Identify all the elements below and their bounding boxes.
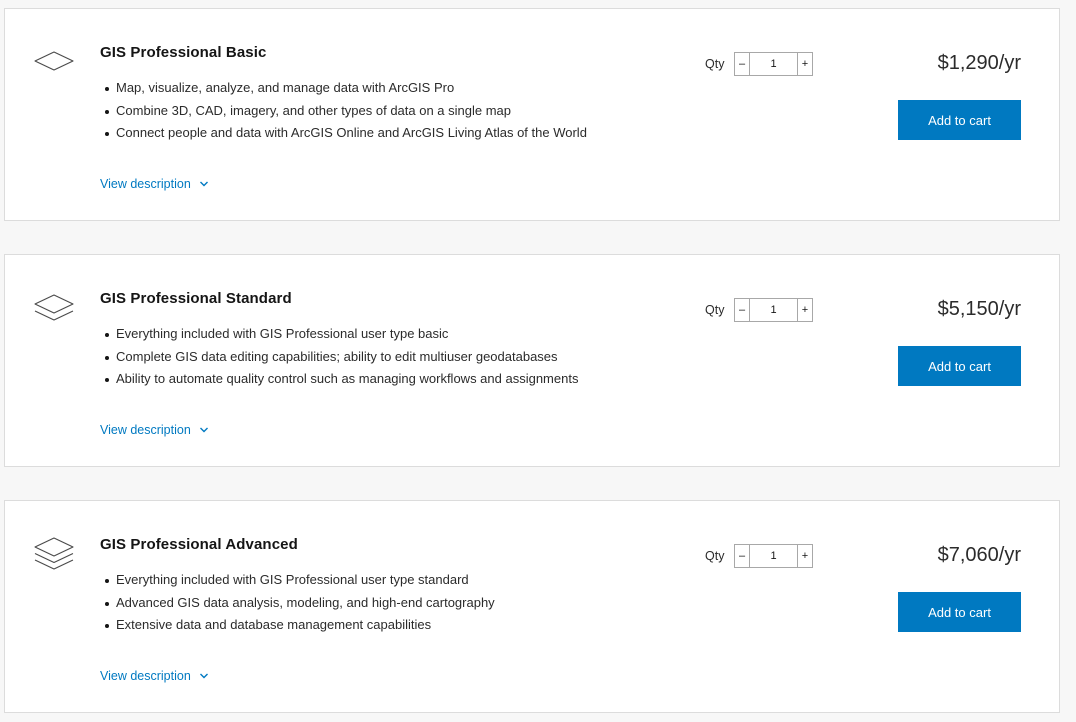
chevron-down-icon [199,427,208,433]
feature-item: Combine 3D, CAD, imagery, and other type… [104,100,587,123]
product-title: GIS Professional Standard [100,290,292,307]
chevron-down-icon [199,181,208,187]
decrement-button[interactable]: – [735,53,750,75]
feature-list: Everything included with GIS Professiona… [104,569,495,637]
view-description-link[interactable]: View description [100,669,209,683]
quantity-stepper: – + [734,298,813,322]
double-layer-icon [33,291,75,325]
price: $5,150/yr [937,298,1021,320]
price: $1,290/yr [937,52,1021,74]
feature-item: Map, visualize, analyze, and manage data… [104,77,587,100]
increment-button[interactable]: + [797,53,812,75]
single-layer-icon [33,45,75,79]
add-to-cart-button[interactable]: Add to cart [898,592,1021,632]
increment-button[interactable]: + [797,299,812,321]
qty-label: Qty [705,549,725,563]
quantity-input[interactable] [750,299,797,321]
increment-button[interactable]: + [797,545,812,567]
price: $7,060/yr [937,544,1021,566]
triple-layer-icon [33,537,75,571]
feature-list: Map, visualize, analyze, and manage data… [104,77,587,145]
add-to-cart-button[interactable]: Add to cart [898,100,1021,140]
feature-list: Everything included with GIS Professiona… [104,323,578,391]
qty-label: Qty [705,57,725,71]
view-description-label: View description [100,669,191,683]
feature-item: Extensive data and database management c… [104,614,495,637]
view-description-link[interactable]: View description [100,423,209,437]
quantity-stepper: – + [734,544,813,568]
feature-item: Complete GIS data editing capabilities; … [104,346,578,369]
view-description-link[interactable]: View description [100,177,209,191]
decrement-button[interactable]: – [735,299,750,321]
decrement-button[interactable]: – [735,545,750,567]
view-description-label: View description [100,423,191,437]
quantity-stepper: – + [734,52,813,76]
feature-item: Everything included with GIS Professiona… [104,323,578,346]
product-card-advanced: GIS Professional Advanced Everything inc… [4,500,1060,713]
quantity-input[interactable] [750,53,797,75]
qty-label: Qty [705,303,725,317]
add-to-cart-button[interactable]: Add to cart [898,346,1021,386]
feature-item: Ability to automate quality control such… [104,368,578,391]
view-description-label: View description [100,177,191,191]
feature-item: Advanced GIS data analysis, modeling, an… [104,592,495,615]
product-title: GIS Professional Advanced [100,536,298,553]
product-card-standard: GIS Professional Standard Everything inc… [4,254,1060,467]
product-card-basic: GIS Professional Basic Map, visualize, a… [4,8,1060,221]
chevron-down-icon [199,673,208,679]
feature-item: Connect people and data with ArcGIS Onli… [104,122,587,145]
quantity-input[interactable] [750,545,797,567]
product-title: GIS Professional Basic [100,44,267,61]
feature-item: Everything included with GIS Professiona… [104,569,495,592]
